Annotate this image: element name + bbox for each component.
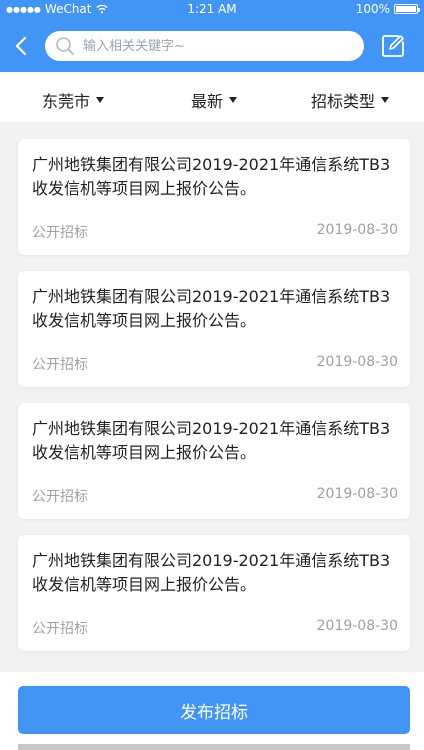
item-date: 2019-08-30 (316, 486, 398, 502)
filter-sort-label: 最新 (191, 92, 224, 111)
battery-percent: 100% (355, 2, 390, 16)
item-type: 公开招标 (32, 621, 88, 637)
list-item[interactable]: 广州地铁集团有限公司2019-2021年通信系统TB3收发信机等项目网上报价公告… (18, 403, 410, 519)
item-date: 2019-08-30 (316, 618, 398, 634)
item-title: 广州地铁集团有限公司2019-2021年通信系统TB3收发信机等项目网上报价公告… (32, 287, 391, 330)
search-input[interactable] (83, 38, 333, 54)
filter-bid-type[interactable]: 招标类型 (311, 88, 390, 112)
filter-city[interactable]: 东莞市 (42, 88, 105, 112)
publish-tender-button[interactable]: 发布招标 (18, 686, 410, 734)
dropdown-triangle-icon (96, 97, 105, 103)
tender-list: 广州地铁集团有限公司2019-2021年通信系统TB3收发信机等项目网上报价公告… (0, 122, 424, 672)
item-type: 公开招标 (32, 357, 88, 373)
item-date: 2019-08-30 (316, 354, 398, 370)
item-title: 广州地铁集团有限公司2019-2021年通信系统TB3收发信机等项目网上报价公告… (32, 419, 391, 462)
item-type: 公开招标 (32, 225, 88, 241)
list-item[interactable]: 广州地铁集团有限公司2019-2021年通信系统TB3收发信机等项目网上报价公告… (18, 271, 410, 387)
back-chevron-icon (15, 36, 27, 56)
battery-icon (394, 4, 420, 14)
edit-button[interactable] (380, 33, 406, 59)
nav-bar (0, 26, 424, 66)
search-icon (56, 37, 74, 55)
filter-city-label: 东莞市 (42, 92, 91, 111)
list-item[interactable]: 广州地铁集团有限公司2019-2021年通信系统TB3收发信机等项目网上报价公告… (18, 535, 410, 651)
back-button[interactable] (10, 34, 34, 58)
item-title: 广州地铁集团有限公司2019-2021年通信系统TB3收发信机等项目网上报价公告… (32, 155, 391, 198)
dropdown-triangle-icon (229, 97, 238, 103)
bottom-bar: 发布招标 (0, 672, 424, 750)
list-item[interactable]: 广州地铁集团有限公司2019-2021年通信系统TB3收发信机等项目网上报价公告… (18, 139, 410, 255)
app-header: ●●●●● WeChat 1:21 AM 100% (0, 0, 424, 72)
dropdown-triangle-icon (381, 97, 390, 103)
edit-icon (382, 35, 404, 57)
item-title: 广州地铁集团有限公司2019-2021年通信系统TB3收发信机等项目网上报价公告… (32, 551, 391, 594)
item-date: 2019-08-30 (316, 222, 398, 238)
filter-bid-type-label: 招标类型 (311, 92, 376, 111)
item-type: 公开招标 (32, 489, 88, 505)
filter-sort[interactable]: 最新 (191, 88, 238, 112)
status-bar: ●●●●● WeChat 1:21 AM 100% (0, 0, 424, 18)
status-right: 100% (355, 2, 420, 16)
bottom-divider (18, 744, 410, 750)
search-bar[interactable] (45, 31, 364, 61)
filter-bar: 东莞市 最新 招标类型 (0, 72, 424, 122)
